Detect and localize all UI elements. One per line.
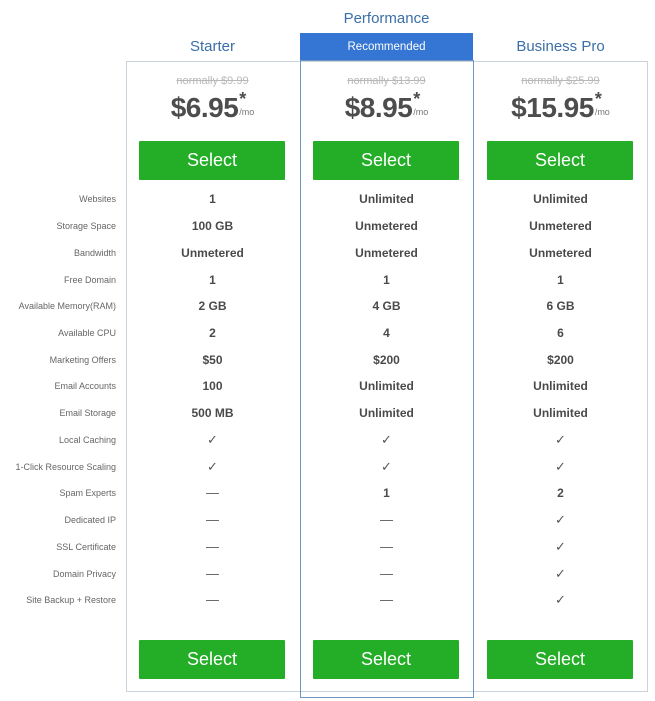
feature-label: 1-Click Resource Scaling — [15, 462, 116, 472]
dash-icon: — — [206, 592, 219, 607]
dash-icon: — — [206, 485, 219, 500]
feature-value: 2 — [557, 486, 564, 500]
feature-value: Unlimited — [533, 379, 588, 393]
dash-icon: — — [206, 566, 219, 581]
price-amount: $15.95 — [511, 92, 594, 123]
select-button-starter-top[interactable]: Select — [139, 141, 285, 180]
feature-value: 100 — [202, 379, 223, 393]
plan-title-business-pro: Business Pro — [516, 38, 605, 55]
feature-value: Unmetered — [181, 246, 244, 260]
feature-label: SSL Certificate — [56, 542, 116, 552]
feature-label: Bandwidth — [73, 248, 116, 258]
feature-label: Available Memory(RAM) — [18, 301, 116, 311]
feature-value: $50 — [202, 353, 223, 367]
old-price: normally $9.99 — [176, 75, 249, 87]
price: $15.95 */mo — [474, 90, 647, 126]
feature-value: 100 GB — [191, 219, 234, 233]
plan-card-performance — [300, 60, 474, 698]
feature-label: Email Storage — [59, 408, 116, 418]
feature-label: Marketing Offers — [49, 355, 116, 365]
select-button-business-pro-top[interactable]: Select — [487, 141, 633, 180]
feature-value: 1 — [209, 273, 216, 287]
select-button-starter-bottom[interactable]: Select — [139, 640, 285, 679]
feature-value: Unlimited — [533, 192, 588, 206]
price-amount: $6.95 — [170, 92, 239, 123]
feature-value: 6 GB — [546, 299, 575, 313]
feature-value: 6 — [557, 326, 564, 340]
plan-column-business-pro: normally $25.99 $15.95 */mo Select Unlimited… — [474, 61, 647, 692]
feature-label: Websites — [79, 194, 116, 204]
feature-value: 2 GB — [198, 299, 227, 313]
old-price: normally $25.99 — [521, 75, 600, 87]
feature-value: Unlimited — [533, 406, 588, 420]
feature-value: Unmetered — [529, 246, 592, 260]
plan-title-performance: Performance — [343, 10, 430, 27]
feature-label: Domain Privacy — [52, 569, 116, 579]
feature-label: Dedicated IP — [64, 515, 116, 525]
feature-label: Spam Experts — [59, 488, 116, 498]
check-icon: ✓ — [207, 432, 218, 447]
feature-label: Available CPU — [58, 328, 116, 338]
feature-label: Site Backup + Restore — [26, 595, 116, 605]
feature-label: Storage Space — [56, 221, 116, 231]
check-icon: ✓ — [555, 459, 566, 474]
feature-value: 500 MB — [191, 406, 234, 420]
price-period: /mo — [239, 107, 255, 117]
select-button-business-pro-bottom[interactable]: Select — [487, 640, 633, 679]
recommended-badge: Recommended — [300, 33, 473, 60]
feature-label: Email Accounts — [54, 381, 116, 391]
plan-title-starter: Starter — [189, 38, 235, 55]
feature-value: 2 — [209, 326, 216, 340]
price-asterisk: * — [239, 89, 247, 109]
check-icon: ✓ — [555, 512, 566, 527]
check-icon: ✓ — [207, 459, 218, 474]
dash-icon: — — [206, 512, 219, 527]
plan-column-starter: normally $9.99 $6.95 */mo Select 1 100 GB Unme… — [126, 61, 299, 692]
check-icon: ✓ — [555, 592, 566, 607]
check-icon: ✓ — [555, 432, 566, 447]
check-icon: ✓ — [555, 539, 566, 554]
feature-label: Local Caching — [58, 435, 116, 445]
price-asterisk: * — [594, 89, 602, 109]
feature-value: 1 — [209, 192, 216, 206]
dash-icon: — — [206, 539, 219, 554]
feature-value: Unmetered — [529, 219, 592, 233]
check-icon: ✓ — [555, 566, 566, 581]
price: $6.95 */mo — [126, 90, 299, 126]
feature-value: $200 — [547, 353, 574, 367]
price-period: /mo — [594, 107, 610, 117]
feature-value: 1 — [557, 273, 564, 287]
feature-label: Free Domain — [63, 275, 116, 285]
